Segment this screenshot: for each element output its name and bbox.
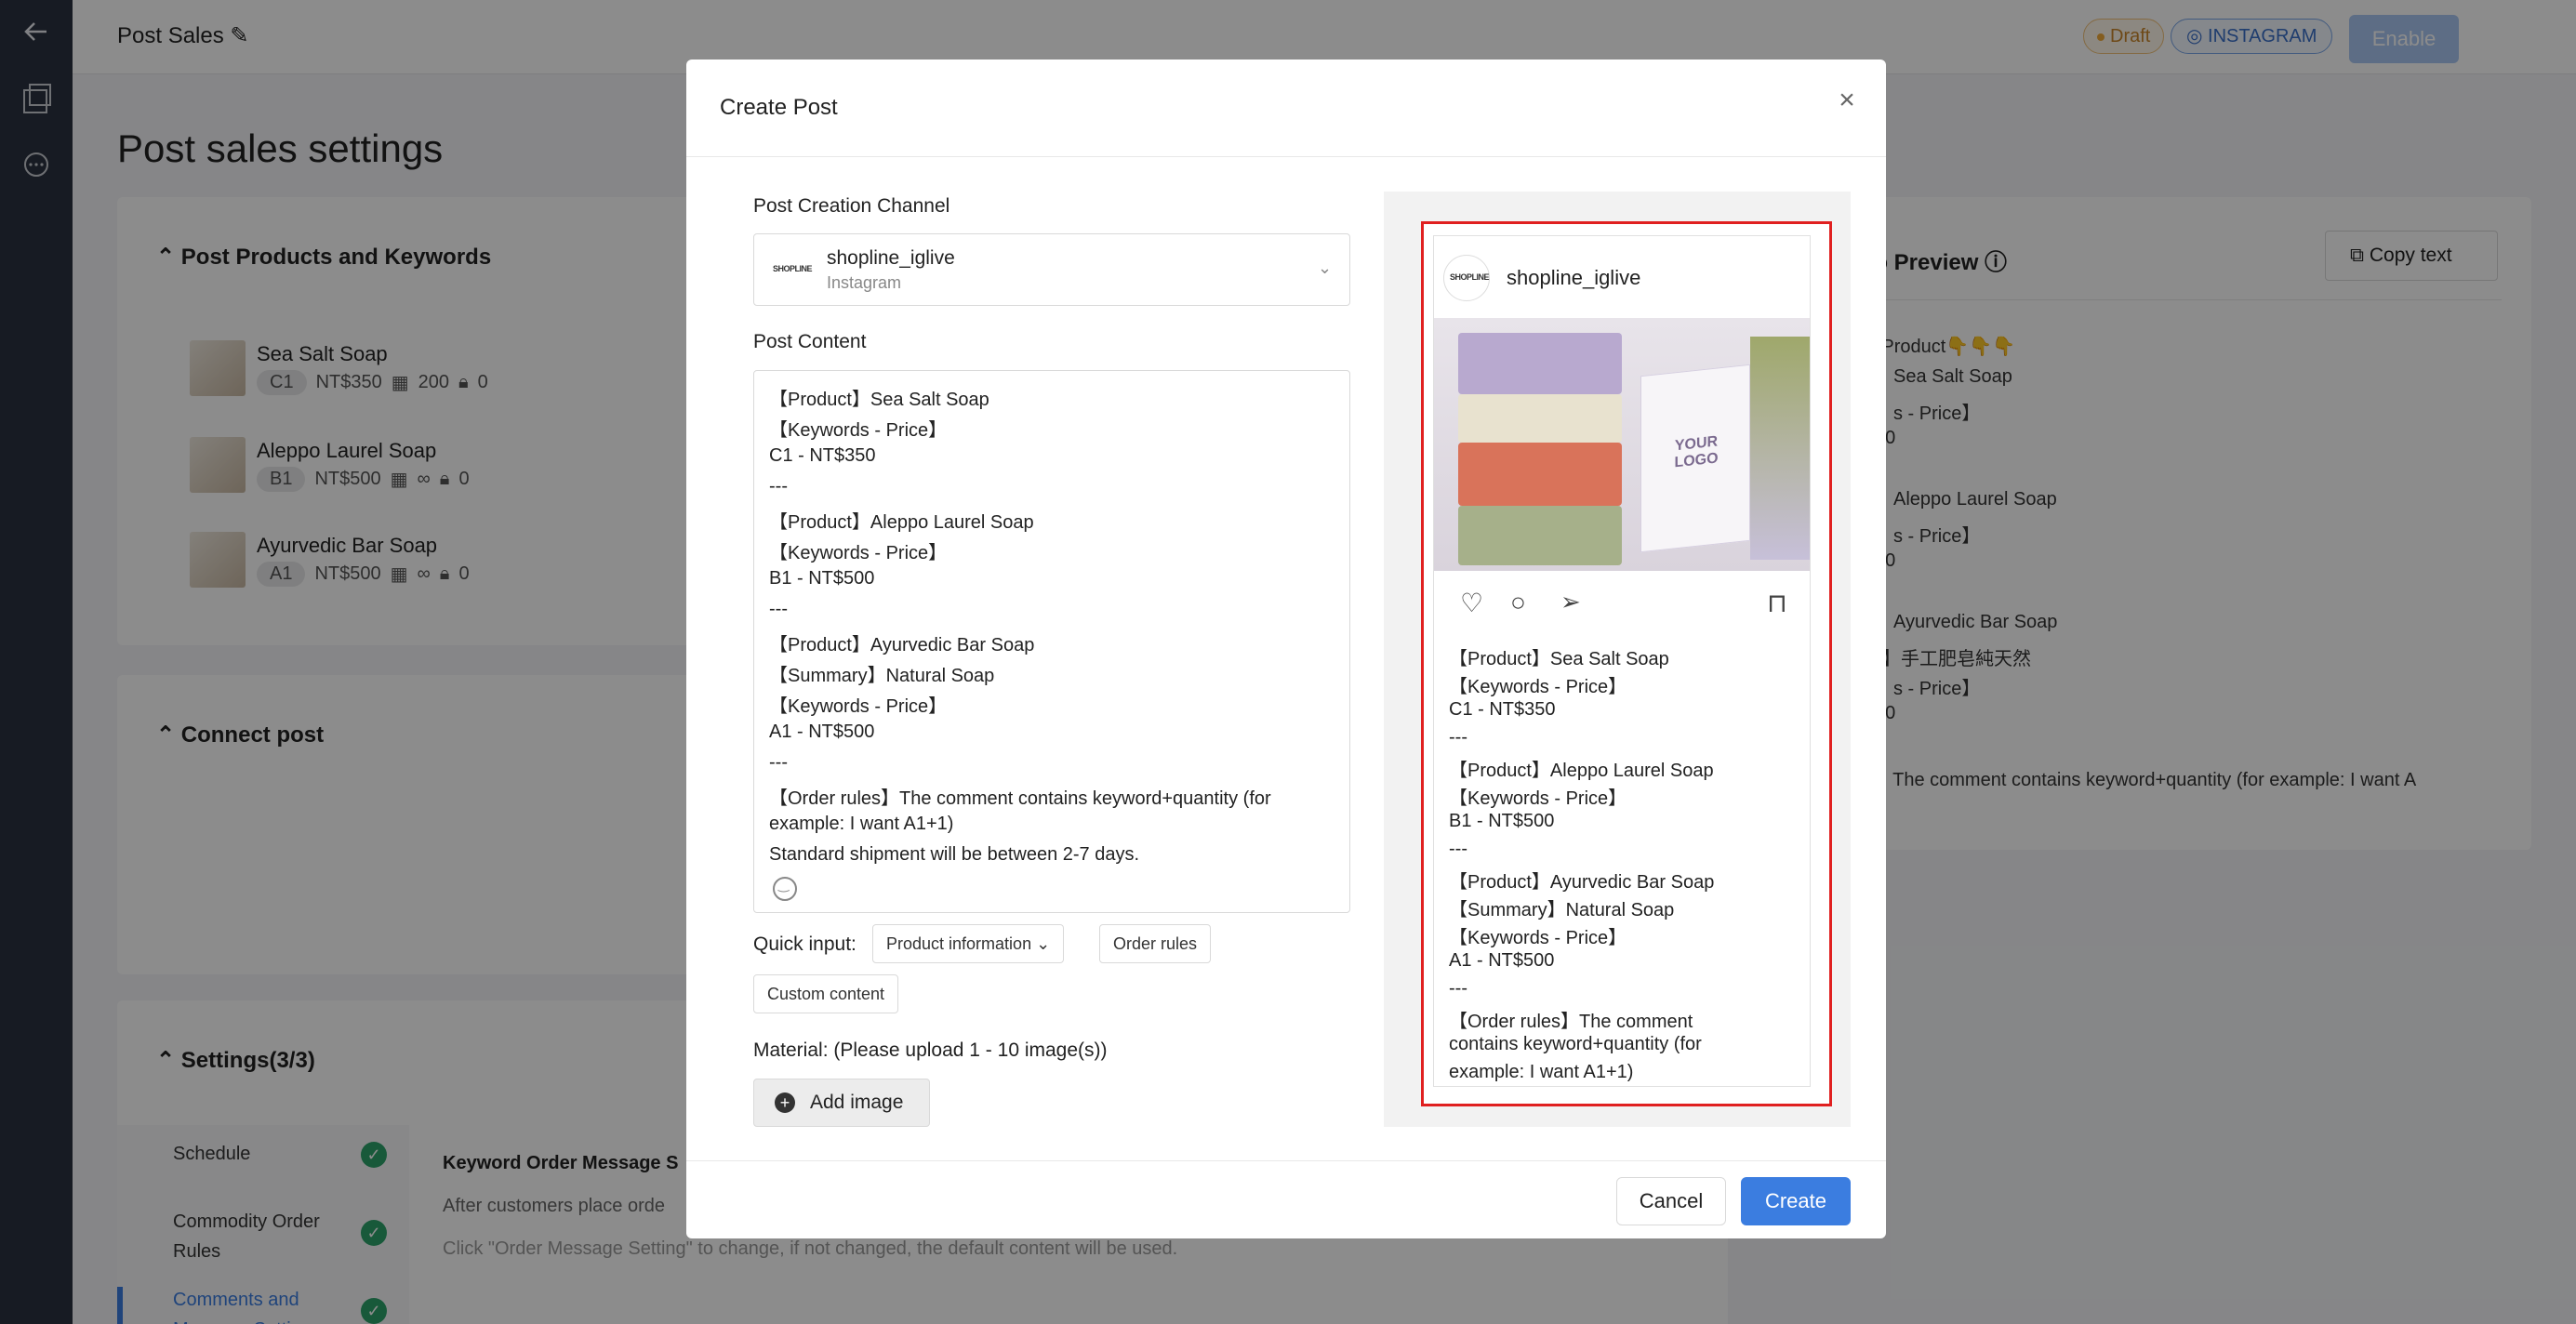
content-line: 【Product】Sea Salt Soap	[769, 390, 989, 410]
channel-select[interactable]: SHOPLINE shopline_iglive Instagram ⌄	[753, 233, 1350, 306]
content-line: Standard shipment will be between 2-7 da…	[769, 844, 1140, 865]
content-line: 【Product】Ayurvedic Bar Soap	[769, 635, 1035, 655]
comment-icon[interactable]: ○	[1510, 588, 1526, 617]
instagram-post-preview: SHOPLINE shopline_iglive YOUR LOGO ♡ ○ ➢…	[1433, 235, 1811, 1087]
custom-content-button[interactable]: Custom content	[753, 974, 899, 1013]
shopline-logo: SHOPLINE	[773, 264, 813, 273]
share-icon[interactable]: ➢	[1560, 588, 1581, 616]
soap-box: YOUR LOGO	[1640, 364, 1750, 553]
avatar: SHOPLINE	[1443, 255, 1490, 301]
content-line: 【Order rules】The comment contains keywor…	[769, 788, 1271, 809]
channel-platform: Instagram	[827, 273, 902, 292]
content-line: 【Keywords - Price】	[769, 420, 948, 441]
modal-footer-divider	[686, 1160, 1886, 1161]
heart-icon[interactable]: ♡	[1460, 588, 1483, 618]
cancel-button[interactable]: Cancel	[1616, 1177, 1726, 1225]
content-line: ---	[769, 476, 788, 496]
content-line: 【Keywords - Price】	[769, 696, 948, 717]
create-post-modal: Create Post × Post Creation Channel SHOP…	[686, 60, 1886, 1238]
content-line: 【Product】Aleppo Laurel Soap	[769, 512, 1034, 533]
material-label: Material: (Please upload 1 - 10 image(s)…	[753, 1039, 1108, 1061]
caption-line: C1 - NT$350	[1449, 699, 1556, 720]
modal-header-divider	[686, 156, 1886, 157]
order-rules-button[interactable]: Order rules	[1099, 924, 1212, 963]
product-photo: YOUR LOGO	[1434, 318, 1810, 571]
emoji-icon[interactable]	[773, 877, 797, 901]
close-icon[interactable]: ×	[1832, 86, 1862, 115]
caption-line: 【Keywords - Price】	[1449, 928, 1627, 948]
soap-box-logo: YOUR LOGO	[1674, 433, 1719, 471]
caption-line: 【Product】Sea Salt Soap	[1449, 649, 1669, 669]
post-content-textarea[interactable]: 【Product】Sea Salt Soap 【Keywords - Price…	[753, 370, 1350, 913]
content-label: Post Content	[753, 331, 867, 352]
bookmark-icon[interactable]: ⊓	[1767, 588, 1787, 618]
create-button[interactable]: Create	[1741, 1177, 1851, 1225]
chevron-down-icon: ⌄	[1318, 258, 1333, 277]
soap-bar-red	[1458, 443, 1622, 506]
caption-line: contains keyword+quantity (for	[1449, 1034, 1702, 1054]
preview-highlight-frame: SHOPLINE shopline_iglive YOUR LOGO ♡ ○ ➢…	[1421, 221, 1832, 1106]
content-line: B1 - NT$500	[769, 568, 875, 589]
caption-line: 【Keywords - Price】	[1449, 677, 1627, 697]
caption-line: ---	[1449, 839, 1467, 859]
lavender-decor	[1750, 337, 1810, 560]
soap-bar-lavender	[1458, 333, 1622, 394]
ig-username: shopline_iglive	[1507, 266, 1641, 289]
caption-line: 【Keywords - Price】	[1449, 788, 1627, 809]
product-information-dropdown[interactable]: Product information ⌄	[872, 924, 1065, 963]
caption-line: A1 - NT$500	[1449, 950, 1555, 971]
content-line: ---	[769, 752, 788, 773]
caption-line: 【Order rules】The comment	[1449, 1012, 1693, 1032]
channel-label: Post Creation Channel	[753, 195, 950, 217]
content-line: example: I want A1+1)	[769, 814, 954, 834]
plus-circle-icon: +	[775, 1092, 795, 1113]
channel-name: shopline_iglive	[827, 247, 955, 269]
chevron-down-icon: ⌄	[1031, 934, 1051, 953]
caption-line: B1 - NT$500	[1449, 811, 1555, 831]
content-line: ---	[769, 599, 788, 619]
content-line: 【Summary】Natural Soap	[769, 666, 995, 686]
caption-line: 【Product】Aleppo Laurel Soap	[1449, 761, 1714, 781]
modal-title: Create Post	[720, 95, 838, 120]
caption-line: ---	[1449, 978, 1467, 999]
caption-line: 【Summary】Natural Soap	[1449, 900, 1675, 920]
caption-line: ---	[1449, 727, 1467, 748]
quick-input-label: Quick input:	[753, 933, 856, 955]
caption-line: example: I want A1+1)	[1449, 1062, 1634, 1082]
soap-bar-cream	[1458, 394, 1622, 443]
add-image-button[interactable]: + Add image	[753, 1079, 930, 1127]
content-line: C1 - NT$350	[769, 445, 876, 466]
content-line: A1 - NT$500	[769, 722, 875, 742]
avatar-logo: SHOPLINE	[1450, 272, 1490, 282]
content-line: 【Keywords - Price】	[769, 543, 948, 563]
soap-bar-green	[1458, 506, 1622, 565]
caption-line: 【Product】Ayurvedic Bar Soap	[1449, 872, 1715, 893]
